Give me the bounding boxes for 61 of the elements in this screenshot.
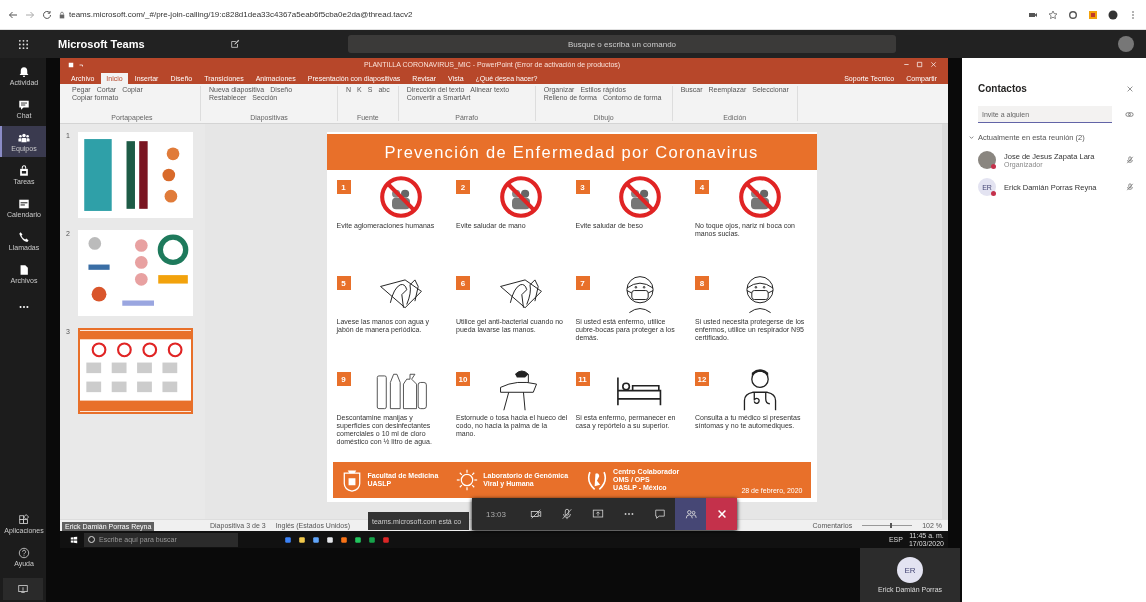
app-launcher-icon[interactable] (17, 38, 29, 50)
start-icon[interactable] (70, 535, 78, 544)
people-icon (684, 508, 697, 520)
step-number: 5 (336, 276, 351, 290)
compose-icon[interactable] (230, 39, 240, 49)
link-icon[interactable] (1125, 110, 1134, 119)
avatar (978, 151, 996, 169)
people-icon (18, 131, 30, 144)
slide-thumbnail[interactable] (78, 132, 193, 218)
extension-icon[interactable] (1068, 9, 1078, 20)
phone-icon (18, 230, 30, 243)
file-icon (18, 263, 30, 276)
virus-logo-icon (456, 468, 479, 492)
apps-icon (18, 513, 30, 526)
slide-thumbnail[interactable] (78, 230, 193, 316)
help-icon (18, 546, 30, 559)
zoom-slider[interactable] (889, 523, 892, 528)
slide-title: Prevención de Enfermedad por Coronavirus (326, 134, 817, 170)
chat-icon (18, 98, 30, 111)
mic-off-icon[interactable] (1126, 183, 1134, 191)
close-icon[interactable] (1126, 84, 1134, 93)
chevron-icon (968, 134, 975, 141)
step-number: 10 (456, 372, 470, 386)
feedback-button[interactable] (3, 578, 43, 600)
share-screen-icon (591, 508, 604, 520)
step-number: 3 (575, 180, 590, 194)
step-number: 9 (336, 372, 351, 386)
hang-up-button[interactable] (706, 498, 738, 530)
avatar: ER (897, 557, 923, 583)
step-number: 8 (695, 276, 709, 290)
calendar-icon (18, 197, 30, 210)
url-text: teams.microsoft.com/_#/pre-join-calling/19:c828d1dea33c4367a5eab6f5cba0e2da@thread.tacv2 (69, 10, 413, 19)
search-field[interactable]: Busque o escriba un comando (348, 35, 896, 53)
step-number: 12 (695, 372, 709, 386)
step-number: 11 (575, 372, 590, 386)
save-icon[interactable] (68, 61, 74, 68)
reload-icon[interactable] (42, 9, 52, 20)
step-number: 2 (456, 180, 470, 194)
close-icon (715, 508, 728, 520)
call-control-button[interactable] (675, 498, 707, 530)
lock-icon (59, 10, 65, 19)
bag-icon (18, 164, 30, 177)
video-off-icon (529, 508, 542, 520)
chat-icon (653, 508, 666, 520)
step-number: 4 (695, 180, 709, 194)
step-number: 1 (336, 180, 351, 194)
mic-off-icon (560, 508, 573, 520)
app-title: Microsoft Teams (58, 38, 146, 50)
bell-icon (18, 65, 30, 78)
slide-thumbnail[interactable] (78, 328, 193, 414)
step-number: 6 (456, 276, 470, 290)
star-icon[interactable] (1048, 9, 1058, 20)
extension-icon[interactable] (1088, 9, 1098, 20)
panel-title: Contactos (978, 83, 1027, 94)
call-timer: 13:03 (485, 509, 508, 519)
back-icon[interactable] (8, 9, 18, 20)
avatar-icon[interactable] (1108, 9, 1118, 20)
mic-off-icon[interactable] (1126, 156, 1134, 164)
monitor-icon (17, 583, 29, 595)
step-number: 7 (575, 276, 590, 290)
avatar[interactable] (1118, 36, 1134, 52)
